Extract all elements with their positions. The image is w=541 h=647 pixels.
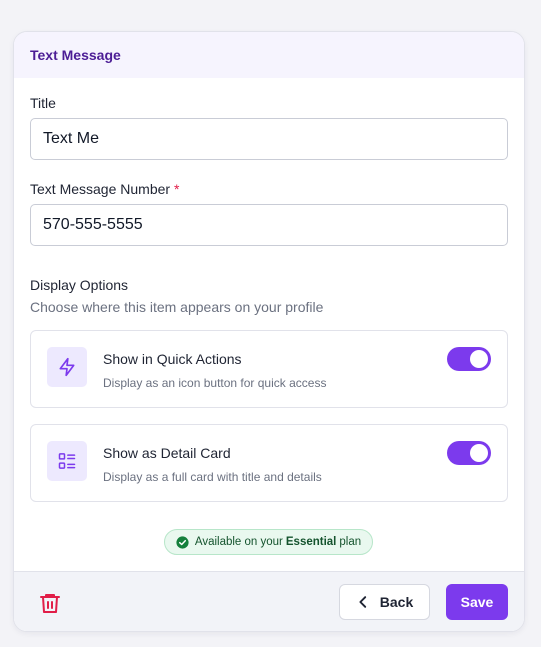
option-description: Display as an icon button for quick acce… bbox=[103, 376, 327, 390]
back-button[interactable]: Back bbox=[339, 584, 430, 620]
option-title: Show as Detail Card bbox=[103, 445, 231, 461]
chevron-left-icon bbox=[359, 596, 366, 608]
card-footer: Back Save bbox=[14, 571, 524, 631]
option-quick-actions: Show in Quick Actions Display as an icon… bbox=[30, 330, 508, 408]
number-label-text: Text Message Number bbox=[30, 181, 171, 197]
toggle-knob bbox=[470, 350, 488, 368]
option-detail-card: Show as Detail Card Display as a full ca… bbox=[30, 424, 508, 502]
text-message-card: Text Message Title Text Me Text Message … bbox=[13, 31, 525, 632]
detail-list-icon bbox=[47, 441, 87, 481]
title-input[interactable]: Text Me bbox=[30, 118, 508, 160]
plan-badge-prefix: Available on your bbox=[194, 536, 283, 548]
back-button-label: Back bbox=[379, 594, 414, 610]
title-input-value: Text Me bbox=[43, 130, 100, 147]
plan-badge: Available on your Essential plan bbox=[164, 529, 373, 555]
option-title: Show in Quick Actions bbox=[103, 351, 242, 367]
number-input[interactable]: 570-555-5555 bbox=[30, 204, 508, 246]
number-label: Text Message Number * bbox=[30, 181, 179, 197]
save-button[interactable]: Save bbox=[446, 584, 508, 620]
title-label: Title bbox=[30, 95, 56, 111]
number-input-value: 570-555-5555 bbox=[43, 216, 143, 233]
display-options-subheading: Choose where this item appears on your p… bbox=[30, 299, 324, 315]
card-header: Text Message bbox=[14, 32, 524, 78]
plan-badge-suffix: plan bbox=[339, 536, 362, 548]
check-circle-icon bbox=[176, 535, 189, 549]
lightning-icon bbox=[47, 347, 87, 387]
card-title: Text Message bbox=[30, 47, 121, 63]
option-description: Display as a full card with title and de… bbox=[103, 470, 322, 484]
toggle-knob bbox=[470, 444, 488, 462]
required-mark: * bbox=[173, 181, 180, 197]
quick-actions-toggle[interactable] bbox=[447, 347, 491, 371]
plan-badge-plan: Essential bbox=[285, 536, 337, 548]
display-options-heading: Display Options bbox=[30, 277, 129, 293]
detail-card-toggle[interactable] bbox=[447, 441, 491, 465]
trash-icon[interactable] bbox=[38, 591, 62, 615]
